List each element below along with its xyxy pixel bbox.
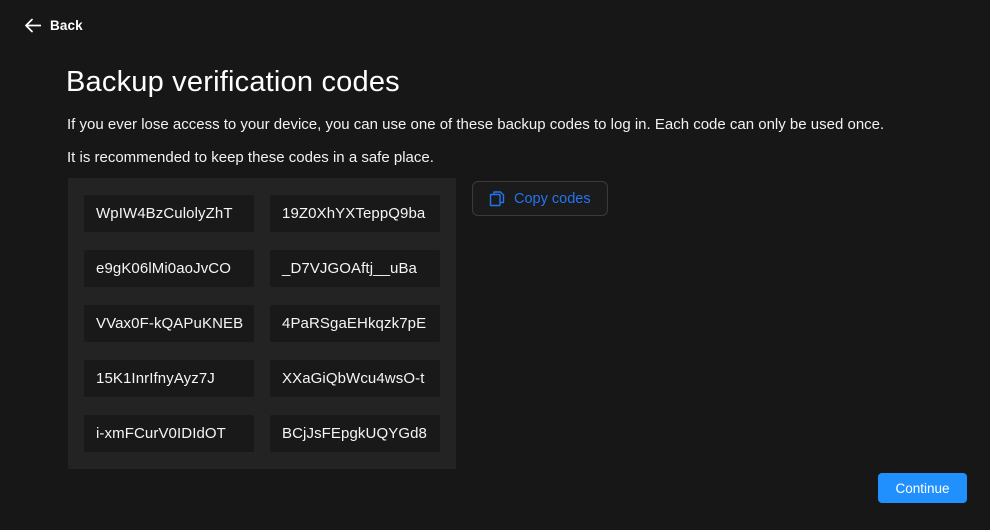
description-line-2: It is recommended to keep these codes in… xyxy=(67,149,434,166)
backup-code: i-xmFCurV0IDIdOT xyxy=(84,415,254,452)
backup-code: BCjJsFEpgkUQYGd8 xyxy=(270,415,440,452)
back-arrow-icon xyxy=(24,18,41,33)
backup-codes-page: Back Backup verification codes If you ev… xyxy=(0,0,990,530)
backup-code: 4PaRSgaEHkqzk7pE xyxy=(270,305,440,342)
copy-codes-button[interactable]: Copy codes xyxy=(472,181,608,216)
copy-icon xyxy=(489,190,505,207)
backup-code: VVax0F-kQAPuKNEB xyxy=(84,305,254,342)
backup-code: XXaGiQbWcu4wsO-t xyxy=(270,360,440,397)
copy-codes-label: Copy codes xyxy=(514,191,591,207)
backup-code: e9gK06lMi0aoJvCO xyxy=(84,250,254,287)
backup-code: 19Z0XhYXTeppQ9ba xyxy=(270,195,440,232)
back-label: Back xyxy=(50,18,83,33)
backup-codes-panel: WpIW4BzCulolyZhT 19Z0XhYXTeppQ9ba e9gK06… xyxy=(68,178,456,469)
backup-code: 15K1InrIfnyAyz7J xyxy=(84,360,254,397)
continue-button[interactable]: Continue xyxy=(878,473,967,503)
back-button[interactable]: Back xyxy=(24,18,83,33)
description-line-1: If you ever lose access to your device, … xyxy=(67,116,884,133)
page-title: Backup verification codes xyxy=(66,66,400,99)
backup-code: _D7VJGOAftj__uBa xyxy=(270,250,440,287)
backup-code: WpIW4BzCulolyZhT xyxy=(84,195,254,232)
